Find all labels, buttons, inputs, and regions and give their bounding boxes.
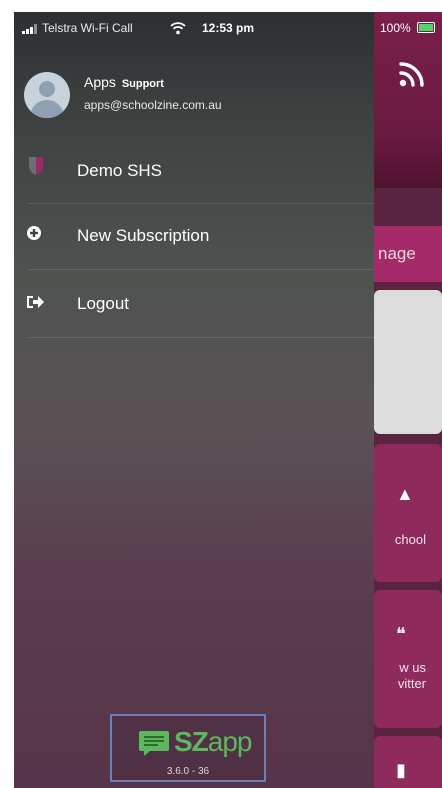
- divider: [28, 337, 374, 338]
- tile-twitter-line2: vitter: [397, 676, 426, 691]
- drawer-item-new-subscription[interactable]: New Subscription: [14, 203, 374, 269]
- battery-icon: [417, 22, 435, 33]
- profile-name-suffix: Support: [121, 78, 164, 90]
- drawer-item-demo-shs[interactable]: Demo SHS: [14, 138, 374, 204]
- profile-email: apps@schoolzine.com.au: [84, 98, 222, 112]
- clock: 12:53 pm: [202, 21, 255, 35]
- rss-icon[interactable]: [398, 60, 426, 88]
- profile-name: Apps Support: [84, 74, 164, 90]
- navigation-drawer: Apps Support apps@schoolzine.com.au Demo…: [14, 12, 374, 788]
- logo-brand-light: app: [207, 726, 253, 757]
- tile-school-label: chool: [394, 532, 426, 547]
- tile-twitter-line1: w us: [399, 660, 426, 675]
- drawer-item-logout[interactable]: Logout: [14, 271, 374, 337]
- manage-button[interactable]: nage: [374, 226, 442, 282]
- profile-first-name: Apps: [84, 74, 116, 90]
- drawer-item-logout-label: Logout: [77, 294, 129, 313]
- twitter-icon: ❝: [396, 624, 406, 644]
- logo-brand-bold: SZ: [174, 726, 209, 757]
- plus-circle-icon: [27, 226, 41, 240]
- tile-twitter[interactable]: ❝ w us vitter: [374, 590, 442, 728]
- divider: [28, 269, 374, 270]
- drawer-item-new-subscription-label: New Subscription: [77, 226, 210, 245]
- content-card[interactable]: [374, 290, 442, 434]
- drawer-item-demo-shs-label: Demo SHS: [77, 161, 163, 180]
- phone-screen: nage ▲ chool ❝ w us vitter ▮ Telstra Wi-…: [14, 12, 442, 788]
- signal-icon: [22, 24, 40, 34]
- sign-out-icon: [27, 296, 44, 308]
- tile-more[interactable]: ▮: [374, 736, 442, 788]
- profile-header[interactable]: Apps Support apps@schoolzine.com.au: [14, 46, 374, 146]
- tile-more-icon: ▮: [396, 760, 406, 780]
- chat-bubble-icon: [139, 731, 169, 756]
- wifi-icon: [170, 22, 186, 35]
- tile-school[interactable]: ▲ chool: [374, 444, 442, 582]
- school-shield-icon: [29, 157, 43, 175]
- school-icon: ▲: [396, 484, 414, 504]
- status-bar: Telstra Wi-Fi Call 12:53 pm 100%: [14, 12, 442, 46]
- app-version: 3.6.0 - 36: [166, 766, 210, 777]
- tile-twitter-label: w us vitter: [374, 660, 426, 692]
- battery-percent: 100%: [380, 21, 411, 35]
- logo-wordmark: SZapp: [174, 726, 252, 758]
- avatar: [24, 72, 70, 118]
- manage-label: nage: [378, 244, 416, 263]
- szapp-logo: SZapp 3.6.0 - 36: [110, 714, 266, 782]
- carrier-label: Telstra Wi-Fi Call: [42, 21, 133, 35]
